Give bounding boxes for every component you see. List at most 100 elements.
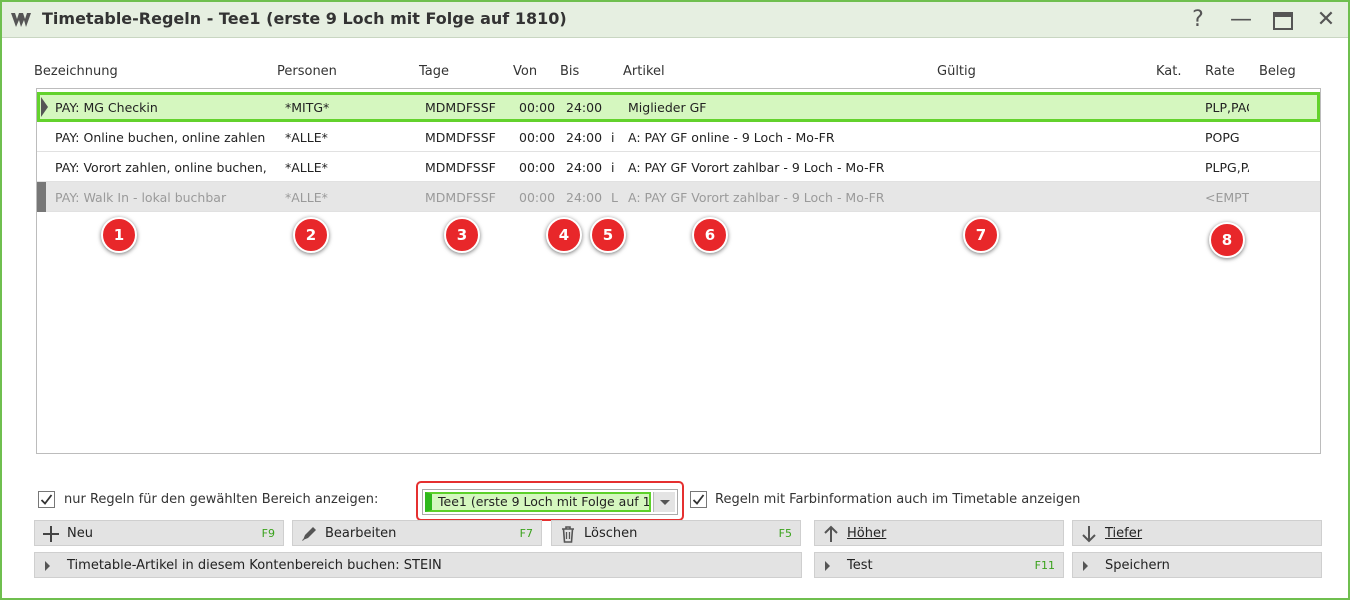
col-header-gueltig[interactable]: Gültig bbox=[937, 64, 976, 79]
table-row[interactable]: PAY: Walk In - lokal buchbar *ALLE* MDMD… bbox=[37, 182, 1320, 212]
cell-tage: MDMDFSSF bbox=[425, 190, 496, 205]
book-articles-button[interactable]: Timetable-Artikel in diesem Kontenbereic… bbox=[34, 552, 802, 578]
cell-von: 00:00 bbox=[519, 190, 556, 205]
title-bar: Timetable-Regeln - Tee1 (erste 9 Loch mi… bbox=[2, 2, 1348, 38]
cell-von: 00:00 bbox=[519, 100, 556, 115]
new-shortcut: F9 bbox=[261, 527, 275, 540]
test-shortcut: F11 bbox=[1034, 559, 1055, 572]
cell-von: 00:00 bbox=[519, 130, 556, 145]
cell-rate: <EMPTY> bbox=[1205, 190, 1249, 205]
expand-triangle-icon bbox=[825, 561, 830, 571]
minimize-button[interactable]: — bbox=[1228, 8, 1254, 34]
pencil-icon bbox=[302, 527, 316, 541]
col-header-bezeichnung[interactable]: Bezeichnung bbox=[34, 64, 118, 79]
annotation-marker-1: 1 bbox=[101, 217, 137, 253]
cell-bis: 24:00 bbox=[566, 100, 603, 115]
cell-bezeichnung: PAY: Online buchen, online zahlen bbox=[55, 130, 266, 145]
move-down-button-label: Tiefer bbox=[1105, 526, 1143, 541]
test-button-label: Test bbox=[847, 558, 873, 573]
col-header-personen[interactable]: Personen bbox=[277, 64, 337, 79]
cell-rate: PLPG,PA bbox=[1205, 160, 1249, 175]
move-down-button[interactable]: Tiefer bbox=[1072, 520, 1322, 546]
cell-flag: i bbox=[611, 130, 615, 145]
table-row[interactable]: PAY: MG Checkin *MITG* MDMDFSSF 00:00 24… bbox=[37, 92, 1320, 122]
cell-artikel: A: PAY GF Vorort zahlbar - 9 Loch - Mo-F… bbox=[628, 190, 885, 205]
trash-icon bbox=[562, 526, 574, 543]
col-header-tage[interactable]: Tage bbox=[419, 64, 449, 79]
color-info-checkbox[interactable] bbox=[690, 491, 707, 508]
help-button[interactable]: ? bbox=[1185, 8, 1211, 34]
cell-bis: 24:00 bbox=[566, 130, 603, 145]
checkmark-icon bbox=[692, 494, 705, 505]
cell-personen: *MITG* bbox=[285, 100, 330, 115]
cell-tage: MDMDFSSF bbox=[425, 130, 496, 145]
annotation-marker-7: 7 bbox=[963, 217, 999, 253]
annotation-marker-6: 6 bbox=[692, 217, 728, 253]
delete-button[interactable]: Löschen F5 bbox=[551, 520, 801, 546]
cell-rate: PLP,PAG bbox=[1205, 100, 1249, 115]
plus-icon bbox=[43, 526, 59, 542]
cell-von: 00:00 bbox=[519, 160, 556, 175]
edit-button[interactable]: Bearbeiten F7 bbox=[292, 520, 542, 546]
cell-bezeichnung: PAY: Vorort zahlen, online buchen, bbox=[55, 160, 267, 175]
cell-bis: 24:00 bbox=[566, 160, 603, 175]
area-select[interactable]: Tee1 (erste 9 Loch mit Folge auf 18 bbox=[422, 489, 678, 515]
book-articles-label: Timetable-Artikel in diesem Kontenbereic… bbox=[67, 558, 442, 573]
cell-personen: *ALLE* bbox=[285, 130, 328, 145]
save-button[interactable]: Speichern bbox=[1072, 552, 1322, 578]
only-area-checkbox[interactable] bbox=[38, 491, 55, 508]
delete-shortcut: F5 bbox=[778, 527, 792, 540]
annotation-marker-4: 4 bbox=[546, 217, 582, 253]
cell-personen: *ALLE* bbox=[285, 160, 328, 175]
col-header-rate[interactable]: Rate bbox=[1205, 64, 1235, 79]
color-info-label: Regeln mit Farbinformation auch im Timet… bbox=[715, 492, 1081, 507]
row-pointer-icon bbox=[41, 97, 48, 117]
cell-flag: i bbox=[611, 160, 615, 175]
expand-triangle-icon bbox=[45, 561, 50, 571]
col-header-von[interactable]: Von bbox=[513, 64, 537, 79]
annotation-marker-5: 5 bbox=[590, 217, 626, 253]
save-button-label: Speichern bbox=[1105, 558, 1170, 573]
app-logo-icon bbox=[11, 13, 31, 27]
dropdown-arrow-icon[interactable] bbox=[653, 492, 675, 512]
cell-bezeichnung: PAY: Walk In - lokal buchbar bbox=[55, 190, 227, 205]
cell-bezeichnung: PAY: MG Checkin bbox=[55, 100, 158, 115]
move-up-button[interactable]: Höher bbox=[814, 520, 1064, 546]
annotation-marker-8: 8 bbox=[1209, 222, 1245, 258]
cell-tage: MDMDFSSF bbox=[425, 160, 496, 175]
edit-shortcut: F7 bbox=[519, 527, 533, 540]
cell-personen: *ALLE* bbox=[285, 190, 328, 205]
edit-button-label: Bearbeiten bbox=[325, 526, 397, 541]
only-area-label: nur Regeln für den gewählten Bereich anz… bbox=[64, 492, 379, 507]
annotation-marker-3: 3 bbox=[444, 217, 480, 253]
maximize-button[interactable] bbox=[1270, 8, 1296, 34]
expand-triangle-icon bbox=[1083, 561, 1088, 571]
rules-table: PAY: MG Checkin *MITG* MDMDFSSF 00:00 24… bbox=[36, 88, 1321, 454]
test-button[interactable]: Test F11 bbox=[814, 552, 1064, 578]
cell-bis: 24:00 bbox=[566, 190, 603, 205]
cell-artikel: Miglieder GF bbox=[628, 100, 707, 115]
table-row[interactable]: PAY: Vorort zahlen, online buchen, *ALLE… bbox=[37, 152, 1320, 182]
col-header-kat[interactable]: Kat. bbox=[1156, 64, 1182, 79]
cell-flag: L bbox=[611, 190, 618, 205]
new-button[interactable]: Neu F9 bbox=[34, 520, 284, 546]
arrow-up-icon bbox=[824, 525, 838, 542]
move-up-button-label: Höher bbox=[847, 526, 887, 541]
col-header-beleg[interactable]: Beleg bbox=[1259, 64, 1296, 79]
maximize-icon bbox=[1273, 12, 1293, 30]
new-button-label: Neu bbox=[67, 526, 93, 541]
cell-artikel: A: PAY GF online - 9 Loch - Mo-FR bbox=[628, 130, 835, 145]
delete-button-label: Löschen bbox=[584, 526, 638, 541]
checkmark-icon bbox=[40, 494, 53, 505]
cell-tage: MDMDFSSF bbox=[425, 100, 496, 115]
area-select-value[interactable]: Tee1 (erste 9 Loch mit Folge auf 18 bbox=[425, 492, 651, 512]
cell-rate: POPG bbox=[1205, 130, 1240, 145]
col-header-bis[interactable]: Bis bbox=[560, 64, 579, 79]
col-header-artikel[interactable]: Artikel bbox=[623, 64, 665, 79]
disabled-row-marker bbox=[37, 182, 46, 212]
close-button[interactable]: ✕ bbox=[1313, 8, 1339, 34]
annotation-marker-2: 2 bbox=[293, 217, 329, 253]
cell-artikel: A: PAY GF Vorort zahlbar - 9 Loch - Mo-F… bbox=[628, 160, 885, 175]
table-row[interactable]: PAY: Online buchen, online zahlen *ALLE*… bbox=[37, 122, 1320, 152]
timetable-rules-window: Timetable-Regeln - Tee1 (erste 9 Loch mi… bbox=[0, 0, 1350, 600]
